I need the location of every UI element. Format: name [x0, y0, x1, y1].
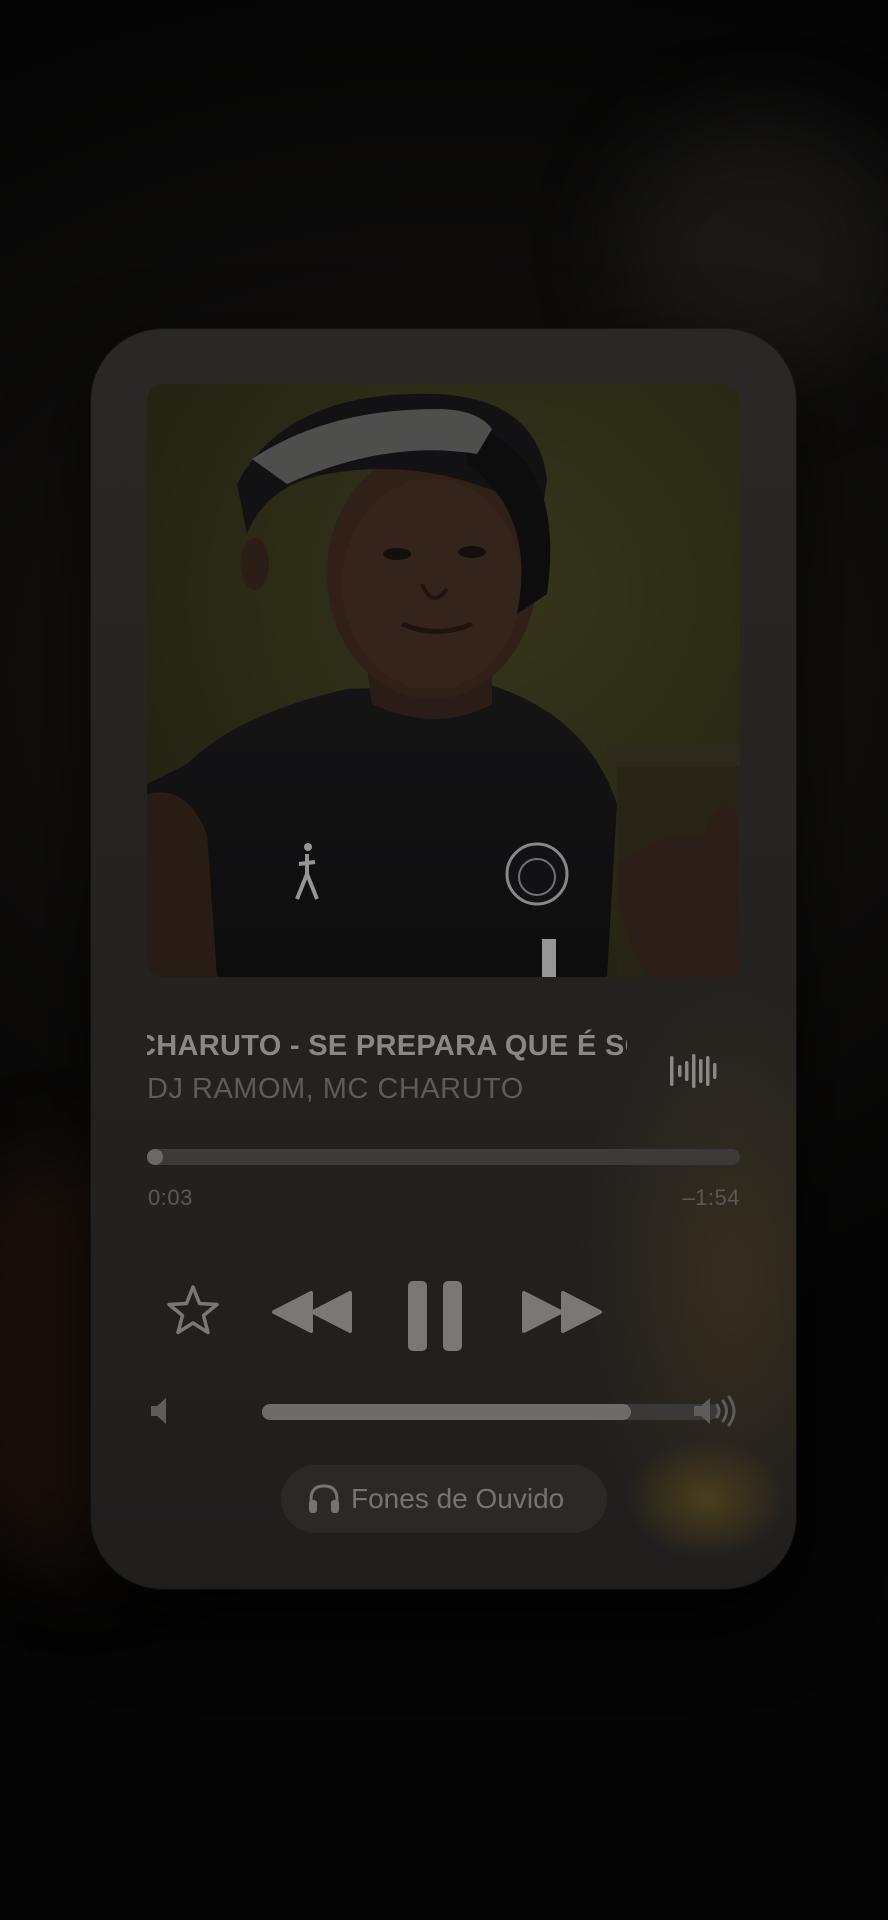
album-artwork-image: [147, 384, 740, 977]
lock-screen-background: CHARUTO - SE PREPARA QUE É SO DJ RAMOM, …: [0, 0, 888, 1920]
track-artist[interactable]: DJ RAMOM, MC CHARUTO: [147, 1073, 524, 1106]
volume-slider-fill: [262, 1404, 632, 1420]
album-artwork[interactable]: [147, 384, 740, 977]
waveform-icon[interactable]: [668, 1046, 718, 1096]
audio-output-label: Fones de Ouvido: [351, 1483, 565, 1514]
star-outline-icon[interactable]: [165, 1283, 221, 1339]
speaker-low-icon: [151, 1398, 166, 1424]
now-playing-card: CHARUTO - SE PREPARA QUE É SO DJ RAMOM, …: [91, 329, 796, 1589]
backward-icon[interactable]: [271, 1290, 353, 1334]
volume-control: [147, 1391, 740, 1431]
track-title: CHARUTO - SE PREPARA QUE É SO: [147, 1030, 627, 1062]
speaker-high-icon: [694, 1395, 736, 1427]
track-info: CHARUTO - SE PREPARA QUE É SO DJ RAMOM, …: [147, 1026, 740, 1126]
playback-scrubber[interactable]: [147, 1149, 740, 1165]
track-title-marquee: CHARUTO - SE PREPARA QUE É SO: [147, 1026, 627, 1070]
remaining-time: –1:54: [682, 1185, 740, 1210]
audio-output-button[interactable]: Fones de Ouvido: [281, 1465, 607, 1533]
volume-slider[interactable]: [262, 1404, 718, 1420]
playback-progress-fill: [147, 1149, 163, 1165]
headphones-icon: [309, 1484, 339, 1513]
card-ambient-glow: [626, 1439, 786, 1559]
elapsed-time: 0:03: [148, 1185, 193, 1210]
pause-icon[interactable]: [406, 1279, 464, 1353]
transport-controls: [147, 1249, 740, 1351]
forward-icon[interactable]: [521, 1290, 603, 1334]
